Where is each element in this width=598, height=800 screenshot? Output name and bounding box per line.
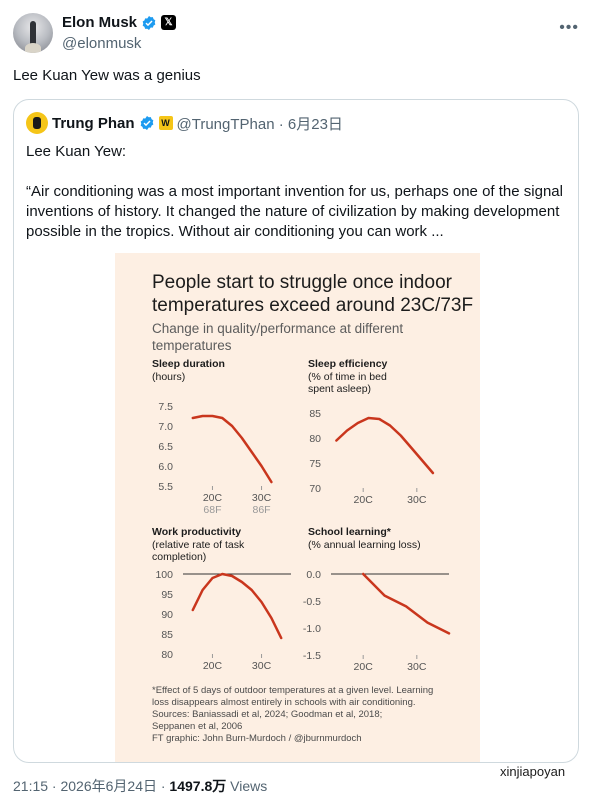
footnote-line: FT graphic: John Burn-Murdoch / @jburnmu… xyxy=(152,733,362,744)
footnote-line: *Effect of 5 days of outdoor temperature… xyxy=(152,685,434,696)
affiliate-badge-icon: W xyxy=(158,116,173,130)
panel-title: Sleep efficiency xyxy=(308,358,388,370)
panel-subtitle: (% of time in bed xyxy=(308,371,387,383)
quote-header: Trung Phan W @TrungTPhan · 6月23日 xyxy=(26,112,343,134)
quote-author-name: Trung Phan xyxy=(52,114,135,132)
chart-panel: Sleep duration(hours) 7.5 7.0 6.5 6.0 5.5 20C6… xyxy=(152,358,273,516)
y-tick-label: 6.0 xyxy=(158,461,173,473)
chart-title-line-2: temperatures exceed around 23C/73F xyxy=(152,295,474,316)
footnote-line: Seppanen et al, 2006 xyxy=(152,721,243,732)
panel-subtitle: completion) xyxy=(152,551,206,563)
y-tick-label: 80 xyxy=(161,649,173,661)
x-tick-label: 30C xyxy=(407,494,427,506)
views-label: Views xyxy=(226,778,268,794)
chart-subtitle-line-2: temperatures xyxy=(152,338,232,353)
tweet-text: Lee Kuan Yew was a genius xyxy=(13,67,201,84)
tweet-footer: 21:15 · 2026年6月24日 · 1497.8万 Views xyxy=(13,776,267,796)
x-tick-label: 30C xyxy=(407,661,427,673)
y-tick-label: 90 xyxy=(161,609,173,621)
y-tick-label: 6.5 xyxy=(158,441,173,453)
y-tick-label: 5.5 xyxy=(158,481,173,493)
y-tick-label: 0.0 xyxy=(306,569,321,581)
chart-title-line-1: People start to struggle once indoor xyxy=(152,272,452,293)
series-line xyxy=(191,414,273,484)
x-logo-icon: 𝕏 xyxy=(161,15,177,30)
x-tick-label: 20C xyxy=(203,492,223,504)
author-handle[interactable]: @elonmusk xyxy=(62,35,141,52)
x-tick-label: 20C xyxy=(354,494,374,506)
series-line xyxy=(335,416,435,475)
more-options-icon[interactable]: ••• xyxy=(559,19,579,37)
x-tick-sublabel: 86F xyxy=(252,504,270,516)
y-tick-label: 7.0 xyxy=(158,421,173,433)
chart-panel: Sleep efficiency(% of time in bedspent a… xyxy=(308,358,435,506)
chart-panels: Sleep duration(hours)7.57.06.56.05.520C6… xyxy=(152,358,451,673)
y-tick-label: -1.0 xyxy=(303,623,321,635)
y-tick-label: -0.5 xyxy=(303,596,321,608)
rocket-icon xyxy=(30,21,36,45)
views-count: 1497.8万 xyxy=(169,778,227,794)
y-tick-label: 7.5 xyxy=(158,401,173,413)
series-line xyxy=(191,572,283,640)
verified-badge-icon xyxy=(142,15,156,30)
quote-handle-date: @TrungTPhan · 6月23日 xyxy=(176,115,343,133)
chart-panel: Work productivity(relative rate of taskc… xyxy=(152,526,291,672)
quoted-tweet[interactable]: Trung Phan W @TrungTPhan · 6月23日 Lee Kua… xyxy=(13,99,579,763)
tweet-timestamp[interactable]: 21:15 · 2026年6月24日 · xyxy=(13,778,169,794)
footnote-line: Sources: Baniassadi et al, 2024; Goodman… xyxy=(152,709,383,720)
chart-subtitle: Change in quality/performance at differe… xyxy=(152,320,403,354)
panel-subtitle: spent asleep) xyxy=(308,383,371,395)
series-line xyxy=(361,572,451,635)
y-tick-label: 80 xyxy=(309,433,321,445)
panel-title: Work productivity xyxy=(152,526,241,538)
chart-footnote: *Effect of 5 days of outdoor temperature… xyxy=(152,685,452,745)
verified-badge-icon xyxy=(140,116,153,130)
y-tick-label: 100 xyxy=(155,569,173,581)
y-tick-label: 75 xyxy=(309,458,321,470)
chart-title: People start to struggle once indoor tem… xyxy=(152,271,473,317)
x-tick-label: 30C xyxy=(252,492,272,504)
author-avatar[interactable] xyxy=(13,13,53,53)
x-tick-sublabel: 68F xyxy=(203,504,221,516)
y-tick-label: 85 xyxy=(161,629,173,641)
chart-image[interactable]: People start to struggle once indoor tem… xyxy=(115,253,480,762)
y-tick-label: 85 xyxy=(309,408,321,420)
panel-title: School learning* xyxy=(308,526,392,538)
chart-subtitle-line-1: Change in quality/performance at differe… xyxy=(152,321,404,336)
watermark: xinjiapoyan xyxy=(500,764,566,779)
quote-text: Lee Kuan Yew: “Air conditioning was a mo… xyxy=(26,142,566,262)
x-tick-label: 30C xyxy=(252,660,272,672)
x-tick-label: 20C xyxy=(203,660,223,672)
y-tick-label: 95 xyxy=(161,589,173,601)
panel-subtitle: (hours) xyxy=(152,371,185,383)
x-tick-label: 20C xyxy=(354,661,374,673)
chart-panel: School learning*(% annual learning loss)… xyxy=(303,526,451,673)
quote-line-1: Lee Kuan Yew: xyxy=(26,143,127,160)
quote-avatar[interactable] xyxy=(26,112,48,134)
author-name[interactable]: Elon Musk xyxy=(62,14,137,31)
panel-subtitle: (relative rate of task xyxy=(152,539,245,551)
y-tick-label: 70 xyxy=(309,483,321,495)
panel-subtitle: (% annual learning loss) xyxy=(308,539,421,551)
quote-line-2: “Air conditioning was a most important i… xyxy=(26,183,563,240)
footnote-line: loss disappears almost entirely in schoo… xyxy=(152,697,416,708)
smoke-icon xyxy=(25,43,41,53)
author-name-row: Elon Musk 𝕏 xyxy=(62,14,177,31)
panel-title: Sleep duration xyxy=(152,358,225,370)
tweet-header: Elon Musk 𝕏 @elonmusk ••• xyxy=(13,13,585,57)
y-tick-label: -1.5 xyxy=(303,650,321,662)
